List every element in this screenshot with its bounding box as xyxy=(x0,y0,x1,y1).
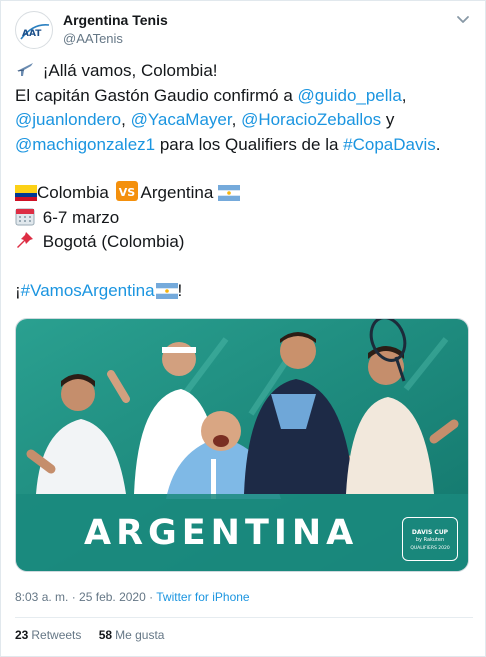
more-options-button[interactable] xyxy=(453,11,473,29)
tweet-source-link[interactable]: Twitter for iPhone xyxy=(156,590,249,604)
mention-yacamayer[interactable]: @YacaMayer xyxy=(131,110,232,129)
display-name[interactable]: Argentina Tenis xyxy=(63,12,168,28)
davis-cup-logo: DAVIS CUP by Rakuten QUALIFIERS 2020 xyxy=(402,517,458,561)
tweet-line-3: @juanlondero, @YacaMayer, @HoracioZeball… xyxy=(15,108,477,133)
meta-separator: · xyxy=(145,590,157,604)
media-title: ARGENTINA xyxy=(84,513,359,553)
retweets-stat[interactable]: 23 Retweets xyxy=(15,628,81,642)
avatar[interactable]: AAT xyxy=(15,11,53,49)
separator-text: , xyxy=(121,110,131,129)
aat-logo-icon: AAT xyxy=(20,23,50,40)
tweet-text: ¡Allá vamos, Colombia! El capitán Gastón… xyxy=(15,59,477,303)
meta-separator: · xyxy=(68,590,80,604)
avatar-text: AAT xyxy=(22,29,42,39)
vs-icon: VS xyxy=(115,181,138,209)
conjunction-text: y xyxy=(381,110,395,129)
qualifiers-text: para los Qualifiers de la xyxy=(155,134,344,154)
mention-machigonzalez1[interactable]: @machigonzalez1 xyxy=(15,135,155,154)
tweet-time[interactable]: 8:03 a. m. xyxy=(15,590,68,604)
tweet-media-image[interactable]: ARGENTINA DAVIS CUP by Rakuten QUALIFIER… xyxy=(15,318,469,572)
match-line: Colombia VS Argentina xyxy=(15,181,477,206)
tweet-comma: , xyxy=(401,85,407,105)
closing-line: ¡#VamosArgentina ! xyxy=(15,279,477,304)
mention-juanlondero[interactable]: @juanlondero xyxy=(15,110,121,129)
tweet-stats: 23 Retweets 58 Me gusta xyxy=(15,628,178,642)
closing-suffix: ! xyxy=(177,280,183,300)
match-away: Argentina xyxy=(140,183,214,202)
tweet-intro: El capitán Gastón Gaudio confirmó a xyxy=(15,85,298,105)
likes-stat[interactable]: 58 Me gusta xyxy=(99,628,165,642)
vs-text: VS xyxy=(118,186,135,199)
tweet-header: AAT Argentina Tenis @AATenis xyxy=(15,9,475,51)
davis-cup-text: DAVIS CUP xyxy=(411,529,449,536)
likes-count: 58 xyxy=(98,628,113,642)
tweet-line-1: ¡Allá vamos, Colombia! xyxy=(15,59,477,84)
rakuten-text: by Rakuten xyxy=(415,537,445,543)
airplane-icon xyxy=(15,59,35,87)
likes-label: Me gusta xyxy=(115,628,165,642)
hashtag-vamosargentina[interactable]: #VamosArgentina xyxy=(21,281,155,300)
dates-line: 6-7 marzo xyxy=(15,206,477,231)
retweets-count: 23 xyxy=(15,628,29,642)
mention-guido-pella[interactable]: @guido_pella xyxy=(298,86,402,105)
divider xyxy=(15,617,473,618)
argentina-flag-icon xyxy=(218,184,241,209)
tweet-line-2: El capitán Gastón Gaudio confirmó a @gui… xyxy=(15,84,477,109)
tweet-meta: 8:03 a. m. · 25 feb. 2020 · Twitter for … xyxy=(15,590,250,604)
hashtag-copadavis[interactable]: #CopaDavis xyxy=(343,135,436,154)
chevron-down-icon xyxy=(457,16,469,23)
venue-line: Bogotá (Colombia) xyxy=(15,230,477,255)
retweets-label: Retweets xyxy=(31,628,82,642)
mention-horaciozeballos[interactable]: @HoracioZeballos xyxy=(241,110,381,129)
tweet-line-4: @machigonzalez1 para los Qualifiers de l… xyxy=(15,133,477,158)
tweet-greeting: ¡Allá vamos, Colombia! xyxy=(42,61,218,80)
tweet-card: AAT Argentina Tenis @AATenis ¡Allá vamos… xyxy=(0,0,486,657)
separator-text: , xyxy=(231,110,242,129)
match-home: Colombia xyxy=(37,183,109,202)
match-dates: 6-7 marzo xyxy=(42,207,120,227)
user-handle[interactable]: @AATenis xyxy=(63,31,123,46)
pushpin-icon xyxy=(15,230,35,258)
argentina-flag-icon xyxy=(155,282,178,307)
calendar-icon xyxy=(15,206,35,234)
match-venue: Bogotá (Colombia) xyxy=(42,232,185,251)
period-text: . xyxy=(435,134,441,154)
qualifiers-badge-text: QUALIFIERS 2020 xyxy=(410,546,450,551)
tweet-date[interactable]: 25 feb. 2020 xyxy=(79,590,146,604)
